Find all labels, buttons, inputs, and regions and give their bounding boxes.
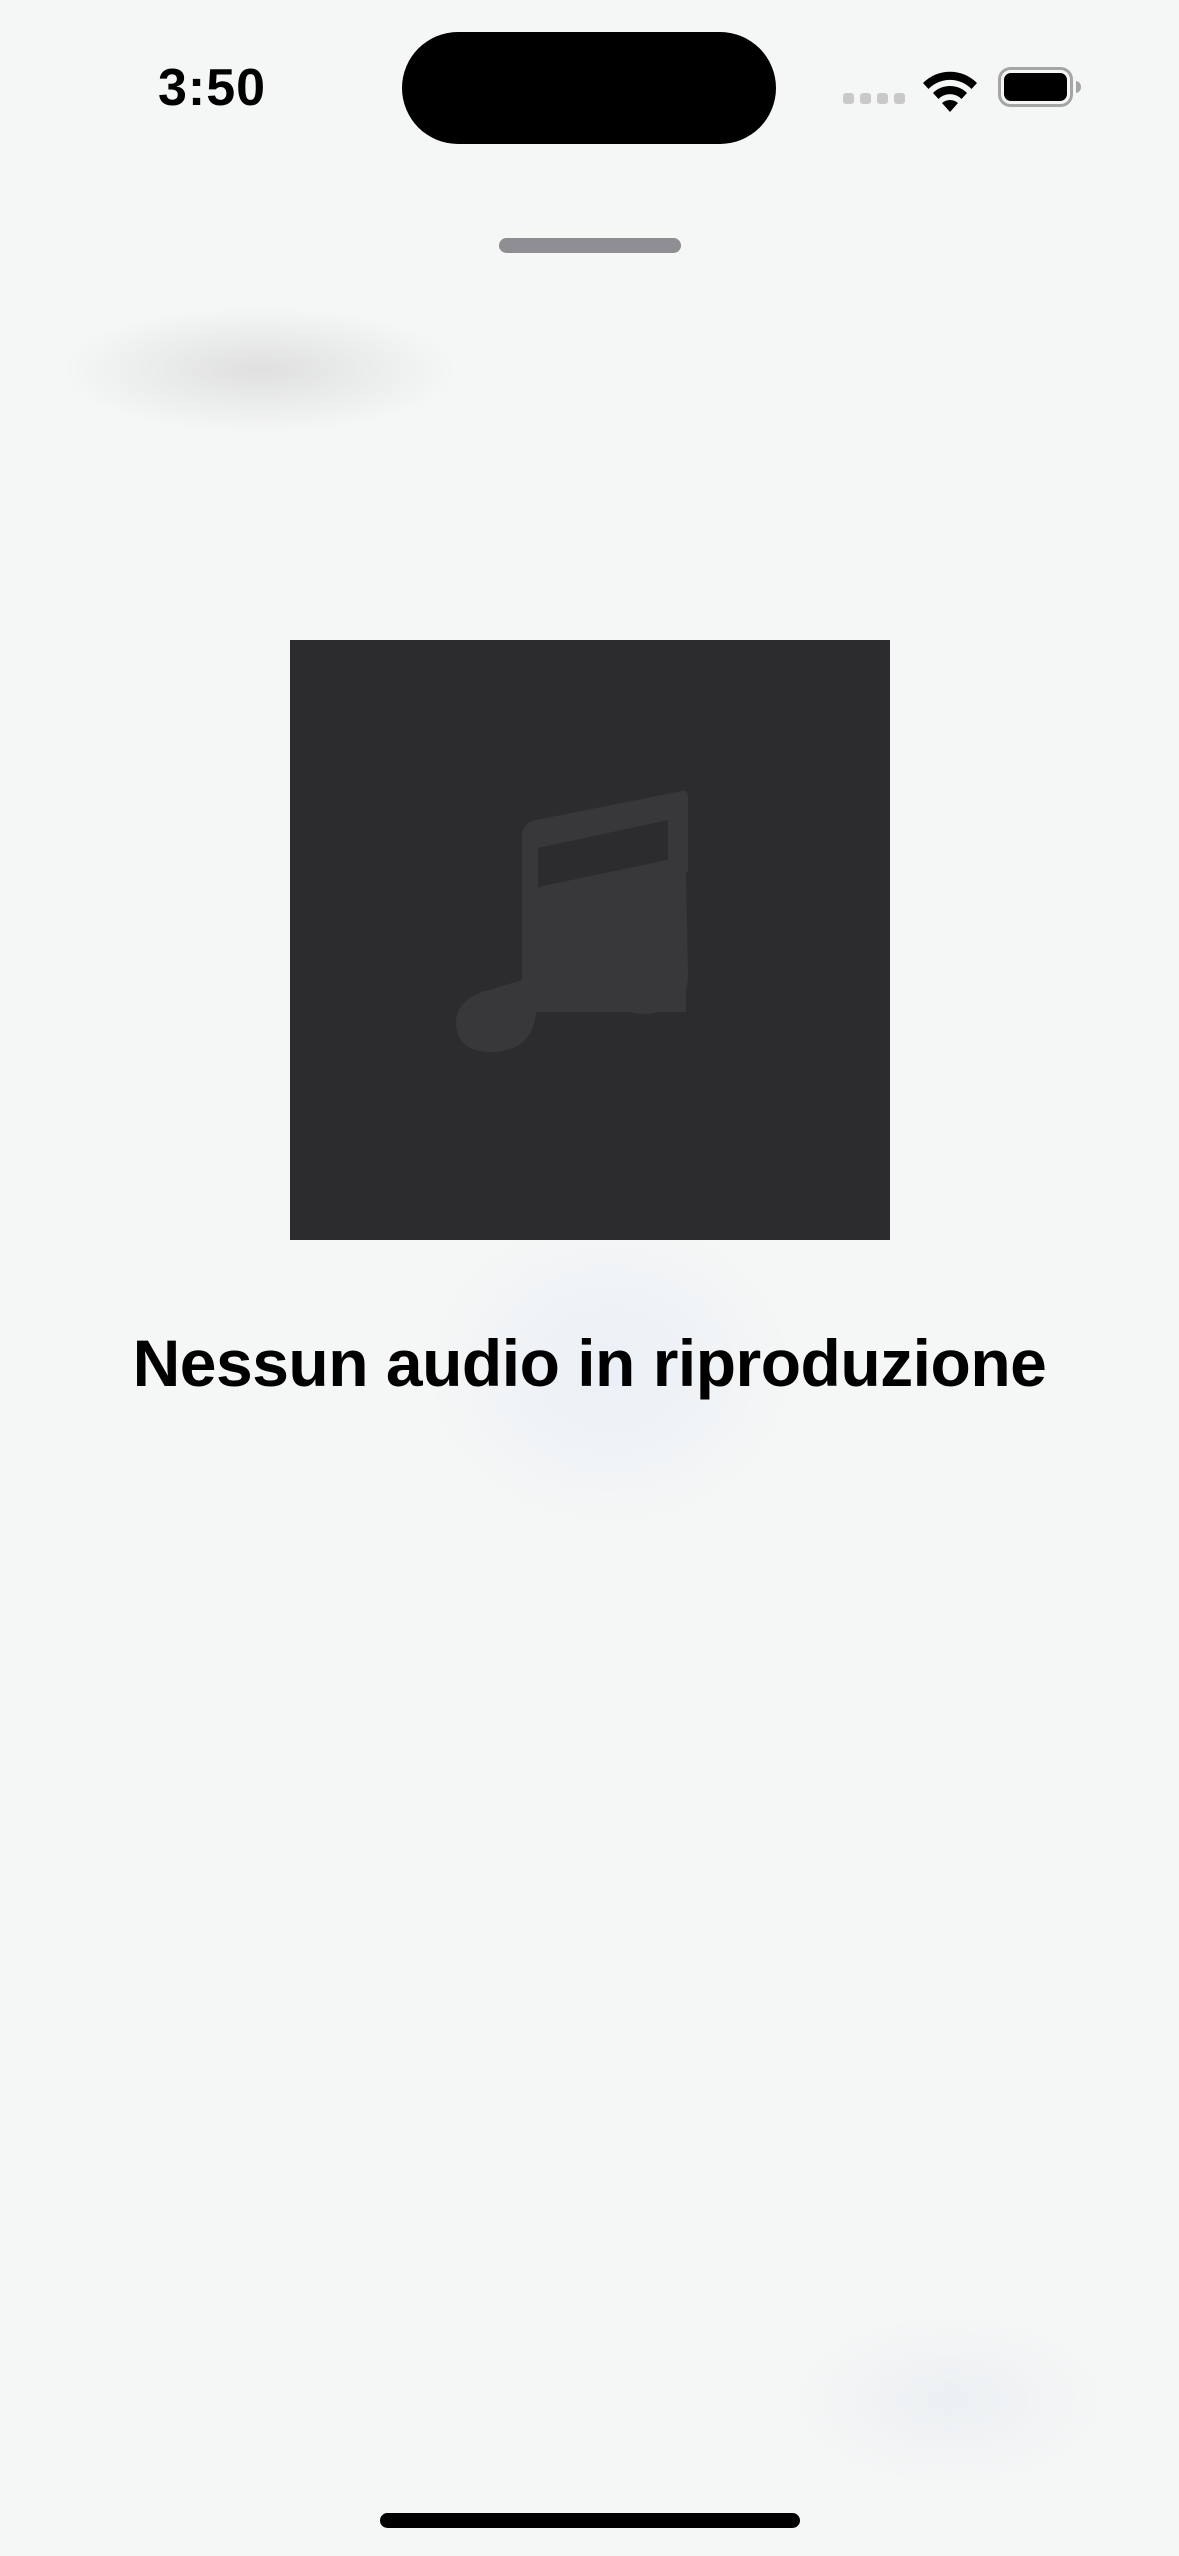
- music-note-icon: [455, 790, 688, 1053]
- wifi-icon: [923, 71, 977, 112]
- background-blur: [0, 0, 1179, 2556]
- sheet-grabber[interactable]: [499, 238, 681, 253]
- cellular-signal-icon: [843, 93, 905, 104]
- now-playing-title: Nessun audio in riproduzione: [132, 1326, 1047, 1400]
- dynamic-island: [402, 32, 776, 144]
- home-indicator[interactable]: [380, 2513, 800, 2528]
- album-artwork: [290, 640, 890, 1240]
- status-time: 3:50: [158, 59, 267, 117]
- battery-icon: [998, 67, 1081, 107]
- status-bar: 3:50: [0, 0, 1179, 170]
